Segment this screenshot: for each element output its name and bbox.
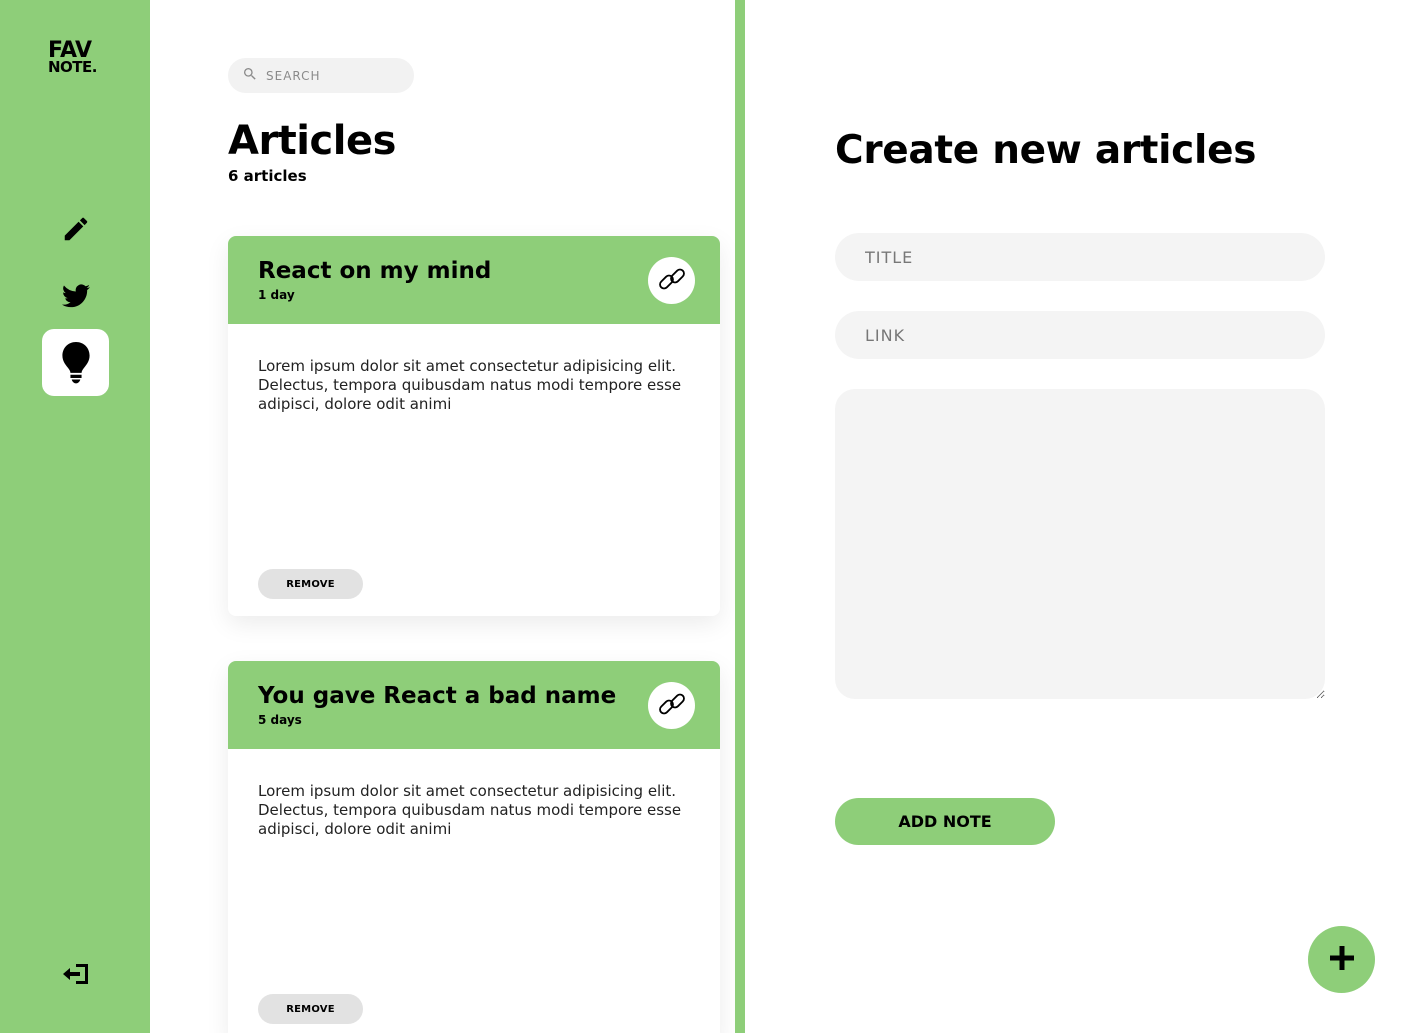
sidebar-item-articles[interactable] [42,329,109,396]
card-content: Lorem ipsum dolor sit amet consectetur a… [258,357,682,413]
card-header: You gave React a bad name 5 days [228,661,720,749]
logo-line-2: NOTE. [48,58,97,77]
new-item-toggle-button[interactable] [1308,926,1375,993]
link-input[interactable] [835,311,1325,359]
search-bar[interactable] [228,58,414,93]
page-title: Articles [228,118,396,164]
sidebar-item-notes[interactable] [42,195,109,262]
remove-button[interactable]: REMOVE [258,994,363,1024]
pencil-icon [61,214,91,244]
article-card: You gave React a bad name 5 days Lorem i… [228,661,720,1033]
open-link-button[interactable] [648,257,695,304]
content-textarea[interactable] [835,389,1325,699]
sidebar: FAV NOTE. [0,0,150,1033]
link-icon [657,689,687,723]
article-count: 6 articles [228,167,307,185]
remove-button[interactable]: REMOVE [258,569,363,599]
logout-button[interactable] [58,958,94,994]
article-card: React on my mind 1 day Lorem ipsum dolor… [228,236,720,616]
card-date: 1 day [258,288,295,302]
card-content: Lorem ipsum dolor sit amet consectetur a… [258,782,682,838]
card-title: React on my mind [258,258,492,284]
app-logo[interactable]: FAV NOTE. [48,39,97,77]
panel-divider [735,0,745,1033]
panel-title: Create new articles [835,128,1257,173]
card-title: You gave React a bad name [258,683,617,709]
card-header: React on my mind 1 day [228,236,720,324]
plus-icon [1328,944,1356,976]
add-note-button[interactable]: ADD NOTE [835,798,1055,845]
link-icon [657,264,687,298]
card-date: 5 days [258,713,302,727]
twitter-icon [61,283,90,308]
search-input[interactable] [266,68,406,83]
search-icon [242,66,258,86]
logout-icon [62,962,90,990]
sidebar-item-twitters[interactable] [42,262,109,329]
lightbulb-icon [61,341,91,384]
title-input[interactable] [835,233,1325,281]
open-link-button[interactable] [648,682,695,729]
